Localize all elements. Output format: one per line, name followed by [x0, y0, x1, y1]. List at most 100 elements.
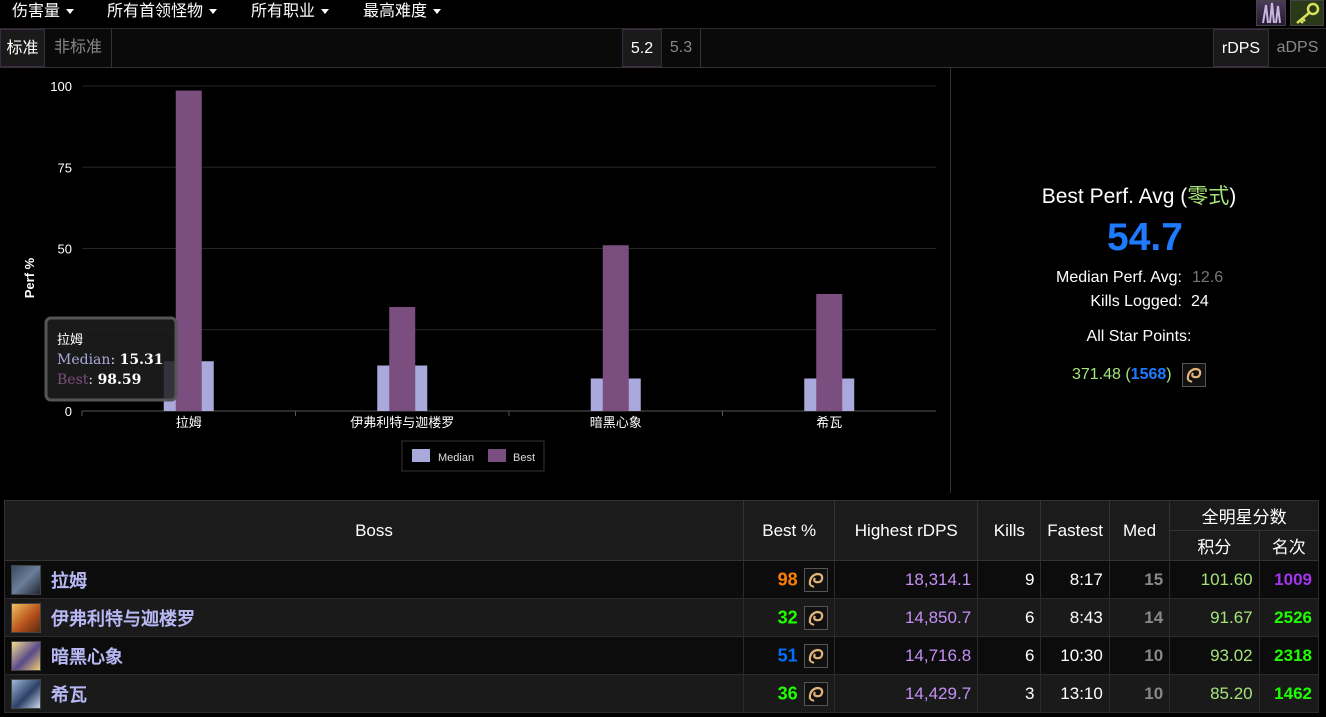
tooltip-boss: 拉姆 — [57, 333, 83, 348]
tab-rdps[interactable]: rDPS — [1213, 29, 1269, 67]
all-star-points-value: 371.48 — [1071, 366, 1121, 384]
key-icon[interactable] — [1290, 0, 1324, 26]
ifrit-garuda-icon — [11, 602, 41, 633]
median-percent: 14 — [1108, 598, 1171, 637]
all-star-rank[interactable]: 1568 — [1131, 366, 1167, 383]
shiva-icon — [11, 678, 41, 709]
y-tick-label: 0 — [65, 404, 72, 419]
fastest-time: 13:10 — [1040, 674, 1110, 713]
character-job-icon[interactable] — [1256, 0, 1286, 26]
median-percent: 10 — [1108, 636, 1171, 675]
idol-of-darkness-icon — [11, 640, 41, 671]
best-percent: 32 — [777, 607, 798, 627]
median-percent: 10 — [1108, 674, 1171, 713]
col-highest[interactable]: Highest rDPS — [834, 500, 979, 561]
median-percent: 15 — [1108, 560, 1171, 599]
allstar-rank[interactable]: 2526 — [1258, 598, 1320, 637]
boss-dropdown[interactable]: 所有首领怪物 — [107, 0, 218, 28]
chevron-down-icon — [66, 9, 75, 15]
tab-patch-5-3[interactable]: 5.3 — [662, 29, 701, 67]
history-scroll-icon[interactable] — [804, 567, 829, 592]
y-tick-label: 50 — [58, 242, 72, 257]
col-fastest[interactable]: Fastest — [1040, 500, 1110, 561]
boss-name-link[interactable]: 希瓦 — [51, 685, 87, 705]
y-tick-label: 75 — [58, 160, 72, 175]
tab-nonstandard[interactable]: 非标准 — [45, 29, 112, 67]
legend-median-label[interactable]: Median — [438, 452, 474, 464]
table-row: 伊弗利特与迦楼罗 32 14,850.7 6 8:43 14 91.67 2526 — [4, 598, 1320, 637]
history-scroll-icon[interactable] — [804, 605, 829, 630]
chevron-down-icon — [321, 9, 330, 15]
legend-best-swatch — [488, 449, 506, 462]
best-bar[interactable] — [602, 245, 629, 411]
highest-rdps: 18,314.1 — [834, 560, 979, 599]
boss-cell: 伊弗利特与迦楼罗 — [4, 598, 744, 637]
allstar-rank[interactable]: 1462 — [1258, 674, 1320, 713]
tooltip-median: Median: 15.31 — [57, 352, 163, 368]
kills-count: 3 — [977, 674, 1042, 713]
difficulty-dropdown[interactable]: 最高难度 — [363, 0, 442, 28]
legend-median-swatch — [412, 449, 430, 462]
col-rank[interactable]: 名次 — [1258, 530, 1320, 561]
x-tick-label: 暗黑心象 — [590, 416, 642, 431]
median-perf-avg-value: 12.6 — [1192, 269, 1224, 286]
perf-bar-chart: 05075100 拉姆 伊弗利特与迦楼罗 暗黑心象 希瓦 Perf % Median … — [22, 79, 936, 472]
x-tick-label: 拉姆 — [176, 416, 202, 431]
col-boss[interactable]: Boss — [4, 500, 744, 561]
history-scroll-icon[interactable] — [804, 643, 829, 668]
perf-chart: 0 50 75 100 拉姆 伊弗利特与迦楼罗 暗黑心象 希瓦 Perf % Median … — [0, 68, 950, 493]
col-kills[interactable]: Kills — [977, 500, 1042, 561]
best-percent: 51 — [777, 645, 798, 665]
x-tick-label: 希瓦 — [816, 416, 842, 431]
best-cell: 36 — [742, 674, 836, 713]
col-points[interactable]: 积分 — [1169, 530, 1260, 561]
best-cell: 32 — [742, 598, 836, 637]
legend-best-label[interactable]: Best — [513, 452, 535, 464]
best-perf-avg-title: Best Perf. Avg (零式) — [1041, 185, 1237, 208]
table-row: 拉姆 98 18,314.1 9 8:17 15 101.60 1009 — [4, 560, 1320, 599]
chevron-down-icon — [209, 9, 218, 15]
best-cell: 51 — [742, 636, 836, 675]
tab-standard[interactable]: 标准 — [0, 29, 45, 67]
best-bar[interactable] — [175, 90, 202, 411]
kills-count: 6 — [977, 636, 1042, 675]
boss-dropdown-label: 所有首领怪物 — [107, 3, 204, 20]
boss-cell: 暗黑心象 — [4, 636, 744, 675]
tab-adps[interactable]: aDPS — [1269, 29, 1326, 67]
allstar-points: 85.20 — [1169, 674, 1260, 713]
col-best[interactable]: Best % — [742, 500, 836, 561]
allstar-rank[interactable]: 1009 — [1258, 560, 1320, 599]
boss-name-link[interactable]: 暗黑心象 — [51, 647, 123, 667]
tab-patch-5-2[interactable]: 5.2 — [622, 29, 662, 67]
allstar-points: 91.67 — [1169, 598, 1260, 637]
best-bar[interactable] — [389, 307, 416, 411]
boss-name-link[interactable]: 拉姆 — [51, 571, 87, 591]
highest-rdps: 14,850.7 — [834, 598, 979, 637]
job-dropdown[interactable]: 所有职业 — [251, 0, 330, 28]
job-dropdown-label: 所有职业 — [251, 3, 316, 20]
allstar-rank[interactable]: 2318 — [1258, 636, 1320, 675]
boss-cell: 希瓦 — [4, 674, 744, 713]
kills-logged-value: 24 — [1191, 293, 1209, 310]
x-tick-label: 伊弗利特与迦楼罗 — [350, 416, 454, 431]
history-scroll-icon[interactable] — [1182, 363, 1207, 387]
fastest-time: 8:17 — [1040, 560, 1110, 599]
history-scroll-icon[interactable] — [804, 681, 829, 706]
y-axis-label: Perf % — [22, 257, 37, 298]
best-percent: 98 — [777, 569, 798, 589]
col-med[interactable]: Med — [1108, 500, 1171, 561]
all-star-points-label: All Star Points: — [1086, 328, 1192, 345]
summary-panel: Best Perf. Avg (零式) 54.7 Median Perf. Av… — [950, 68, 1326, 493]
metric-dropdown[interactable]: 伤害量 — [12, 0, 75, 28]
boss-cell: 拉姆 — [4, 560, 744, 599]
kills-count: 9 — [977, 560, 1042, 599]
all-star-points: 371.48 (1568) — [951, 363, 1326, 387]
highest-rdps: 14,429.7 — [834, 674, 979, 713]
allstar-points: 101.60 — [1169, 560, 1260, 599]
boss-name-link[interactable]: 伊弗利特与迦楼罗 — [51, 609, 195, 629]
filter-toggle-row: 标准 非标准 5.2 5.3 rDPS aDPS — [0, 29, 1326, 68]
fastest-time: 10:30 — [1040, 636, 1110, 675]
best-bar[interactable] — [816, 294, 843, 411]
highest-rdps: 14,716.8 — [834, 636, 979, 675]
table-row: 希瓦 36 14,429.7 3 13:10 10 85.20 1462 — [4, 674, 1320, 713]
